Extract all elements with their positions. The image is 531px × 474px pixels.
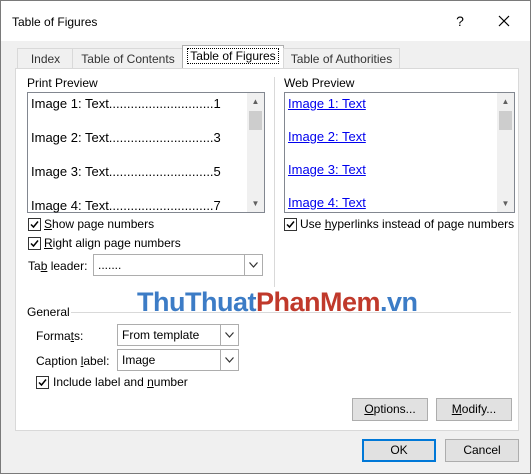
title-bar: Table of Figures ? (1, 1, 530, 41)
label-pre: Include label and (53, 375, 148, 389)
chevron-down-icon[interactable] (220, 350, 238, 370)
scroll-up-icon[interactable]: ▲ (247, 93, 264, 110)
print-preview-label: Print Preview (27, 76, 98, 90)
caption-label-value: Image (122, 353, 156, 367)
tab-table-of-contents[interactable]: Table of Contents (72, 48, 184, 70)
label-post: leader: (47, 259, 88, 273)
right-align-checkbox[interactable] (28, 237, 41, 250)
print-preview-scrollbar[interactable]: ▲ ▼ (247, 93, 264, 212)
ok-button[interactable]: OK (362, 439, 436, 462)
label-post: s: (74, 329, 84, 343)
print-preview-line: Image 4: Text...........................… (31, 198, 221, 213)
web-preview-label: Web Preview (284, 76, 355, 90)
label-pre: Use (300, 217, 325, 231)
print-preview-line: Image 1: Text...........................… (31, 96, 221, 111)
print-preview-box: Image 1: Text...........................… (27, 92, 265, 213)
tab-table-of-authorities[interactable]: Table of Authorities (283, 48, 400, 70)
label-pre: Forma (36, 329, 71, 343)
include-label-label[interactable]: Include label and number (53, 375, 188, 389)
cancel-button[interactable]: Cancel (445, 439, 519, 462)
web-preview-link[interactable]: Image 1: Text (288, 96, 366, 111)
checkmark-icon (30, 221, 39, 229)
formats-select[interactable]: From template (117, 324, 239, 346)
access-key: R (44, 236, 53, 250)
scroll-thumb[interactable] (249, 111, 262, 130)
chevron-down-icon[interactable] (244, 255, 262, 275)
tab-leader-value: ....... (98, 258, 122, 272)
label-post: yperlinks instead of page numbers (331, 217, 515, 231)
checkmark-icon (30, 240, 39, 248)
watermark-part: PhanMem (255, 287, 381, 317)
caption-label-select[interactable]: Image (117, 349, 239, 371)
close-icon (498, 15, 510, 27)
formats-label: Formats: (36, 329, 83, 343)
include-label-checkbox[interactable] (36, 376, 49, 389)
modify-button[interactable]: Modify... (436, 398, 512, 421)
watermark-part: .vn (380, 287, 418, 317)
chevron-down-icon[interactable] (220, 325, 238, 345)
formats-value: From template (122, 328, 200, 342)
tab-leader-select[interactable]: ....... (93, 254, 263, 276)
right-align-label[interactable]: Right align page numbers (44, 236, 181, 250)
watermark-part: ThuThuat (137, 287, 256, 317)
column-divider (274, 77, 275, 287)
print-preview-line: Image 2: Text...........................… (31, 130, 221, 145)
web-preview-link[interactable]: Image 4: Text (288, 195, 366, 210)
use-hyperlinks-label[interactable]: Use hyperlinks instead of page numbers (300, 217, 514, 231)
access-key: S (44, 217, 53, 231)
access-key: M (451, 402, 462, 416)
label-pre: Caption (36, 354, 81, 368)
watermark: ThuThuatPhanMem.vn (137, 287, 418, 318)
help-button[interactable]: ? (450, 11, 470, 31)
options-button[interactable]: Options... (352, 398, 428, 421)
checkmark-icon (286, 221, 295, 229)
web-preview-box: Image 1: Text Image 2: Text Image 3: Tex… (284, 92, 515, 213)
print-preview-line: Image 3: Text...........................… (31, 164, 221, 179)
label-post: how page numbers (52, 217, 155, 231)
btn-post: odify... (461, 402, 497, 416)
show-page-numbers-checkbox[interactable] (28, 218, 41, 231)
label-post: ight align page numbers (52, 236, 181, 250)
label-post: umber (153, 375, 188, 389)
web-preview-scrollbar[interactable]: ▲ ▼ (497, 93, 514, 212)
tab-index[interactable]: Index (17, 48, 74, 70)
tab-leader-label: Tab leader: (28, 259, 87, 273)
label-pre: Ta (28, 259, 41, 273)
label-post: abel: (83, 354, 110, 368)
web-preview-link[interactable]: Image 2: Text (288, 129, 366, 144)
btn-post: ptions... (373, 402, 416, 416)
web-preview-link[interactable]: Image 3: Text (288, 162, 366, 177)
checkmark-icon (38, 379, 47, 387)
general-section-label: General (27, 305, 70, 319)
close-button[interactable] (494, 11, 514, 31)
tab-table-of-figures[interactable]: Table of Figures (182, 45, 284, 70)
window-title: Table of Figures (12, 15, 98, 29)
scroll-down-icon[interactable]: ▼ (247, 195, 264, 212)
scroll-down-icon[interactable]: ▼ (497, 195, 514, 212)
scroll-thumb[interactable] (499, 111, 512, 130)
tab-table-of-figures-label: Table of Figures (187, 48, 279, 64)
caption-label-label: Caption label: (36, 354, 109, 368)
table-of-figures-dialog: Table of Figures ? Index Table of Conten… (0, 0, 531, 474)
access-key: O (364, 402, 374, 416)
access-key: n (147, 375, 154, 389)
scroll-up-icon[interactable]: ▲ (497, 93, 514, 110)
use-hyperlinks-checkbox[interactable] (284, 218, 297, 231)
show-page-numbers-label[interactable]: Show page numbers (44, 217, 154, 231)
